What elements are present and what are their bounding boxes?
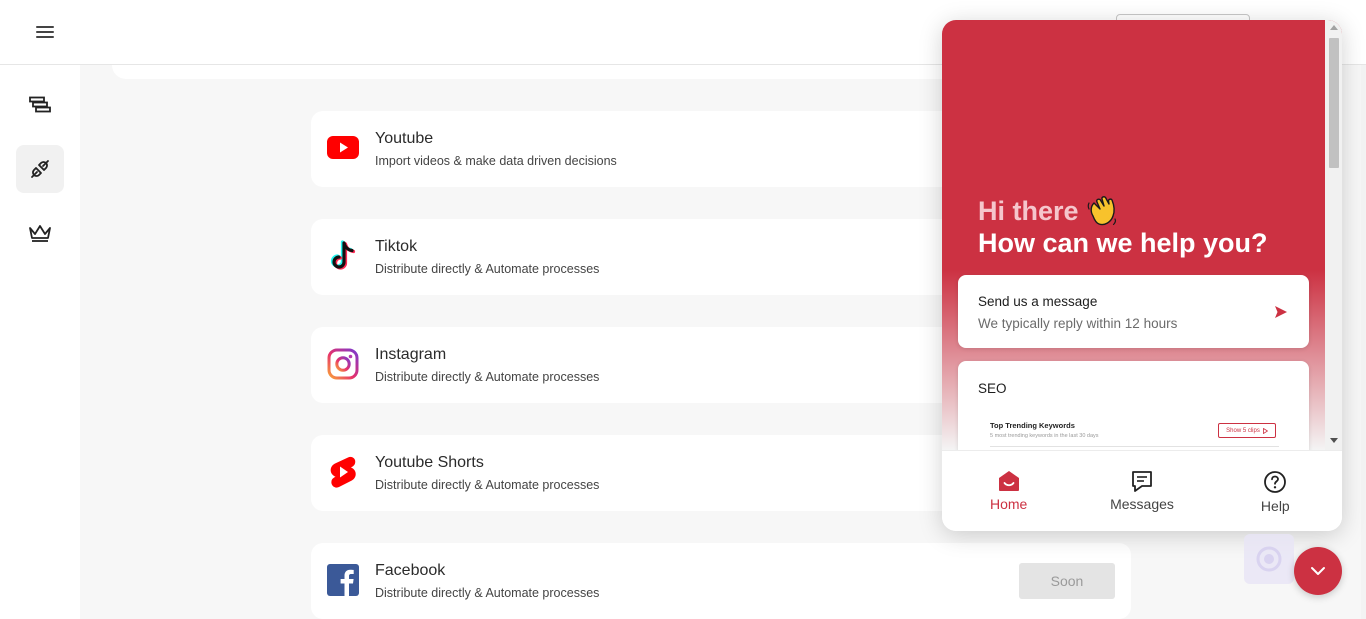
seo-preview: Top Trending Keywords 5 most trending ke… [990,421,1279,447]
close-chat-button[interactable] [1294,547,1342,595]
instagram-icon [326,347,360,381]
chat-headline: How can we help you? [978,228,1268,258]
facebook-icon [326,563,360,597]
chat-scrollbar[interactable] [1325,20,1342,450]
integration-title: Youtube [375,130,434,147]
scroll-down-arrow[interactable] [1330,438,1338,443]
integration-description: Distribute directly & Automate processes [375,478,600,492]
reply-time-text: We typically reply within 12 hours [978,316,1178,331]
integration-title: Youtube Shorts [375,454,484,471]
chevron-down-icon [1311,567,1325,575]
greeting-text: Hi there [978,195,1079,226]
seo-preview-title: Top Trending Keywords [990,421,1075,430]
seo-title: SEO [978,381,1007,396]
seo-preview-button: Show 5 clips [1218,423,1276,438]
chat-nav-help[interactable]: Help [1209,451,1342,531]
chat-nav-messages[interactable]: Messages [1075,451,1208,531]
crown-icon [29,225,51,242]
integration-title: Instagram [375,346,447,363]
sidebar [0,65,80,619]
assistant-icon [1256,546,1282,572]
integration-title: Facebook [375,562,446,579]
sidebar-item-library[interactable] [16,81,64,129]
scrollbar-thumb[interactable] [1329,38,1339,168]
seo-preview-button-label: Show 5 clips [1226,427,1260,434]
youtube-shorts-icon [326,455,360,489]
seo-preview-subtitle: 5 most trending keywords in the last 30 … [990,433,1099,439]
nav-label-home: Home [989,496,1028,512]
nav-label-help: Help [1260,498,1290,514]
home-icon [998,471,1019,491]
seo-card[interactable]: SEO Top Trending Keywords 5 most trendin… [958,361,1309,450]
greeting: Hi there [978,194,1119,228]
page-scrollbar[interactable] [1361,65,1366,619]
send-icon [1275,306,1287,318]
send-message-title: Send us a message [978,294,1098,309]
waving-hand-icon [1087,196,1116,226]
integration-description: Distribute directly & Automate processes [375,370,600,384]
sidebar-item-integrations[interactable] [16,145,64,193]
integration-card-facebook[interactable]: Facebook Distribute directly & Automate … [311,543,1131,619]
assistant-widget[interactable] [1244,534,1294,584]
help-icon [1264,471,1287,493]
hamburger-icon[interactable] [34,24,56,40]
chat-widget: Hi there How can we help you? Send us a … [942,20,1342,531]
plug-icon [31,160,49,178]
chat-nav: Home Messages Help [942,450,1342,531]
soon-button[interactable]: Soon [1019,563,1115,599]
sidebar-item-premium[interactable] [16,209,64,257]
youtube-icon [326,131,360,165]
integration-description: Distribute directly & Automate processes [375,586,600,600]
integration-description: Import videos & make data driven decisio… [375,154,617,168]
integration-description: Distribute directly & Automate processes [375,262,600,276]
messages-icon [1132,471,1152,492]
stack-icon [29,96,51,113]
nav-label-messages: Messages [1110,496,1174,512]
integration-title: Tiktok [375,238,418,255]
chat-home-panel: Hi there How can we help you? Send us a … [942,20,1342,450]
send-message-card[interactable]: Send us a message We typically reply wit… [958,275,1309,348]
chat-nav-home[interactable]: Home [942,451,1075,531]
tiktok-icon [326,239,360,273]
scroll-up-arrow[interactable] [1330,25,1338,30]
play-icon [1262,427,1268,434]
